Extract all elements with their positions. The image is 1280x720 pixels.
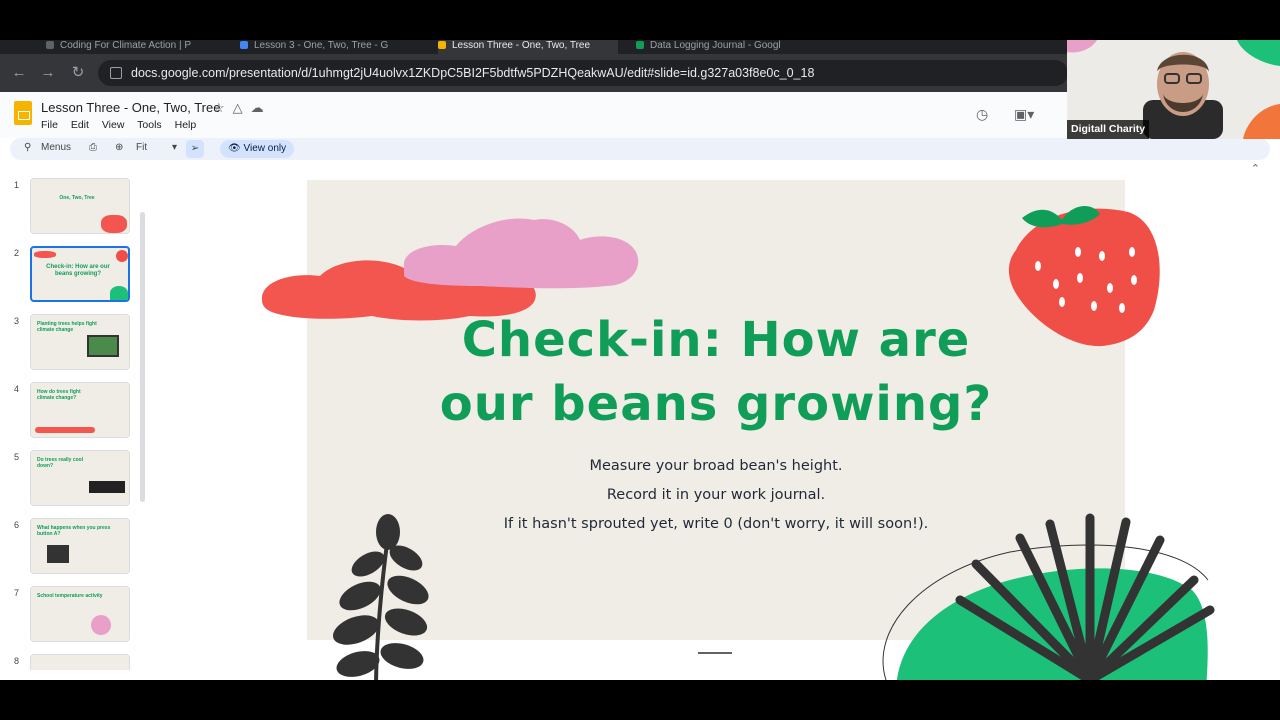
menu-bar: File Edit View Tools Help <box>41 119 206 131</box>
tab-favicon <box>636 41 644 49</box>
screen-frame: Coding For Climate Action | P Lesson 3 -… <box>0 40 1280 680</box>
slide-thumbnail[interactable]: Do trees really cool down? <box>30 450 130 506</box>
slide-number: 2 <box>14 248 20 258</box>
history-icon[interactable]: ◷ <box>976 106 988 123</box>
slides-logo-icon[interactable] <box>14 101 32 125</box>
search-icon[interactable]: ⚲ <box>24 142 31 153</box>
thumbnail-title: Planting trees helps fight climate chang… <box>37 321 97 333</box>
pink-cloud-shape <box>403 218 639 289</box>
slide-number: 6 <box>14 520 20 530</box>
menu-view[interactable]: View <box>102 119 125 131</box>
browser-tab-3-active[interactable]: Lesson Three - One, Two, Tree <box>438 40 618 54</box>
speaker-notes-handle[interactable] <box>698 652 732 654</box>
menu-file[interactable]: File <box>41 119 58 131</box>
tab-label: Lesson 3 - One, Two, Tree - G <box>254 40 389 51</box>
tab-favicon <box>46 41 54 49</box>
back-arrow-icon[interactable]: ← <box>10 64 28 82</box>
thumbnail-title: How do trees fight climate change? <box>37 389 81 401</box>
thumbnail-title: Check-in: How are our beans growing? <box>46 264 110 277</box>
document-title[interactable]: Lesson Three - One, Two, Tree <box>41 100 220 115</box>
menu-edit[interactable]: Edit <box>71 119 89 131</box>
tab-label: Data Logging Journal - Googl <box>650 40 781 51</box>
slide-body-line: Measure your broad bean's height. <box>589 458 843 474</box>
view-only-button[interactable]: 👁︎ View only <box>220 140 295 158</box>
tab-favicon <box>240 41 248 49</box>
slide-thumbnail[interactable]: How do trees fight climate change? <box>30 382 130 438</box>
view-only-label: View only <box>243 143 287 154</box>
slide-body-line: Record it in your work journal. <box>606 487 826 503</box>
thumbnail-shape <box>91 615 111 635</box>
thumbnail-shape <box>35 427 95 433</box>
zoom-dropdown-chevron-icon[interactable]: ▾ <box>172 142 177 153</box>
tab-favicon <box>438 41 446 49</box>
webcam-overlay: Digitall Charity <box>1067 40 1280 139</box>
meet-camera-icon[interactable]: ▣▾ <box>1014 106 1034 123</box>
thumbnail-title: One, Two, Tree <box>59 195 95 201</box>
toolbar: ⚲ Menus ⎙ ⊕ Fit ▾ ➢ 👁︎ View only <box>10 138 1270 160</box>
slide-filmstrip: 1 One, Two, Tree 2 Check-in: How are our… <box>0 170 150 670</box>
browser-tab-2[interactable]: Lesson 3 - One, Two, Tree - G <box>240 40 410 54</box>
zoom-select[interactable]: Fit <box>136 142 147 153</box>
title-actions: ☆△☁ <box>213 100 272 116</box>
browser-tab-4[interactable]: Data Logging Journal - Googl <box>636 40 826 54</box>
slide-number: 3 <box>14 316 20 326</box>
slide-thumbnail-selected[interactable]: Check-in: How are our beans growing? <box>30 246 130 302</box>
thumbnail-shape <box>47 545 69 563</box>
print-icon[interactable]: ⎙ <box>89 142 97 153</box>
thumbnail-shape <box>89 481 125 493</box>
slide-number: 5 <box>14 452 20 462</box>
thumbnail-shape <box>101 215 127 233</box>
star-icon[interactable]: ☆ <box>213 100 233 115</box>
slide-number: 8 <box>14 656 20 666</box>
menu-tools[interactable]: Tools <box>137 119 162 131</box>
menus-search-label[interactable]: Menus <box>41 142 71 153</box>
zoom-icon[interactable]: ⊕ <box>115 142 123 153</box>
slide-number: 7 <box>14 588 20 598</box>
reload-icon[interactable]: ↻ <box>69 64 87 82</box>
url-text: docs.google.com/presentation/d/1uhmgt2jU… <box>131 66 815 80</box>
slide-canvas: ⌃ Check-in: How are our beans growing? M… <box>150 160 1280 680</box>
select-cursor-icon[interactable]: ➢ <box>186 140 204 158</box>
slide-title-line-2: our beans growing? <box>439 376 993 432</box>
site-info-icon[interactable] <box>110 67 122 79</box>
slide-thumbnail[interactable] <box>30 654 130 670</box>
slide-title: Check-in: How are our beans growing? <box>307 308 1125 436</box>
current-slide[interactable]: Check-in: How are our beans growing? Mea… <box>261 180 1215 680</box>
cloud-status-icon[interactable]: ☁ <box>251 100 272 115</box>
thumbnail-strawberry <box>116 250 128 262</box>
thumbnail-title: Do trees really cool down? <box>37 457 84 469</box>
slide-number: 1 <box>14 180 20 190</box>
thumbnail-title: What happens when you press button A? <box>37 525 111 537</box>
move-icon[interactable]: △ <box>233 100 251 115</box>
menu-help[interactable]: Help <box>175 119 197 131</box>
thumbnail-title: School temperature activity <box>37 593 103 599</box>
tab-label: Lesson Three - One, Two, Tree <box>452 40 591 51</box>
slide-thumbnail[interactable]: One, Two, Tree <box>30 178 130 234</box>
slide-number: 4 <box>14 384 20 394</box>
forward-arrow-icon[interactable]: → <box>39 64 57 82</box>
thumbnail-shape <box>34 251 56 258</box>
thumbnail-laptop <box>87 335 119 357</box>
slide-thumbnail[interactable]: Planting trees helps fight climate chang… <box>30 314 130 370</box>
filmstrip-scrollbar[interactable] <box>140 212 145 502</box>
presenter-name-label: Digitall Charity <box>1067 120 1150 139</box>
browser-tab-1[interactable]: Coding For Climate Action | P <box>46 40 206 54</box>
slide-body: Measure your broad bean's height. Record… <box>307 452 1125 539</box>
eye-icon: 👁︎ <box>228 143 244 154</box>
slide-body-line: If it hasn't sprouted yet, write 0 (don'… <box>503 516 929 532</box>
slide-title-line-1: Check-in: How are <box>461 312 971 368</box>
slide-thumbnail[interactable]: What happens when you press button A? <box>30 518 130 574</box>
slide-thumbnail[interactable]: School temperature activity <box>30 586 130 642</box>
tab-label: Coding For Climate Action | P <box>60 40 191 51</box>
green-blob-shape <box>896 568 1208 680</box>
url-field[interactable]: docs.google.com/presentation/d/1uhmgt2jU… <box>98 60 1068 86</box>
thumbnail-shape <box>110 286 128 300</box>
